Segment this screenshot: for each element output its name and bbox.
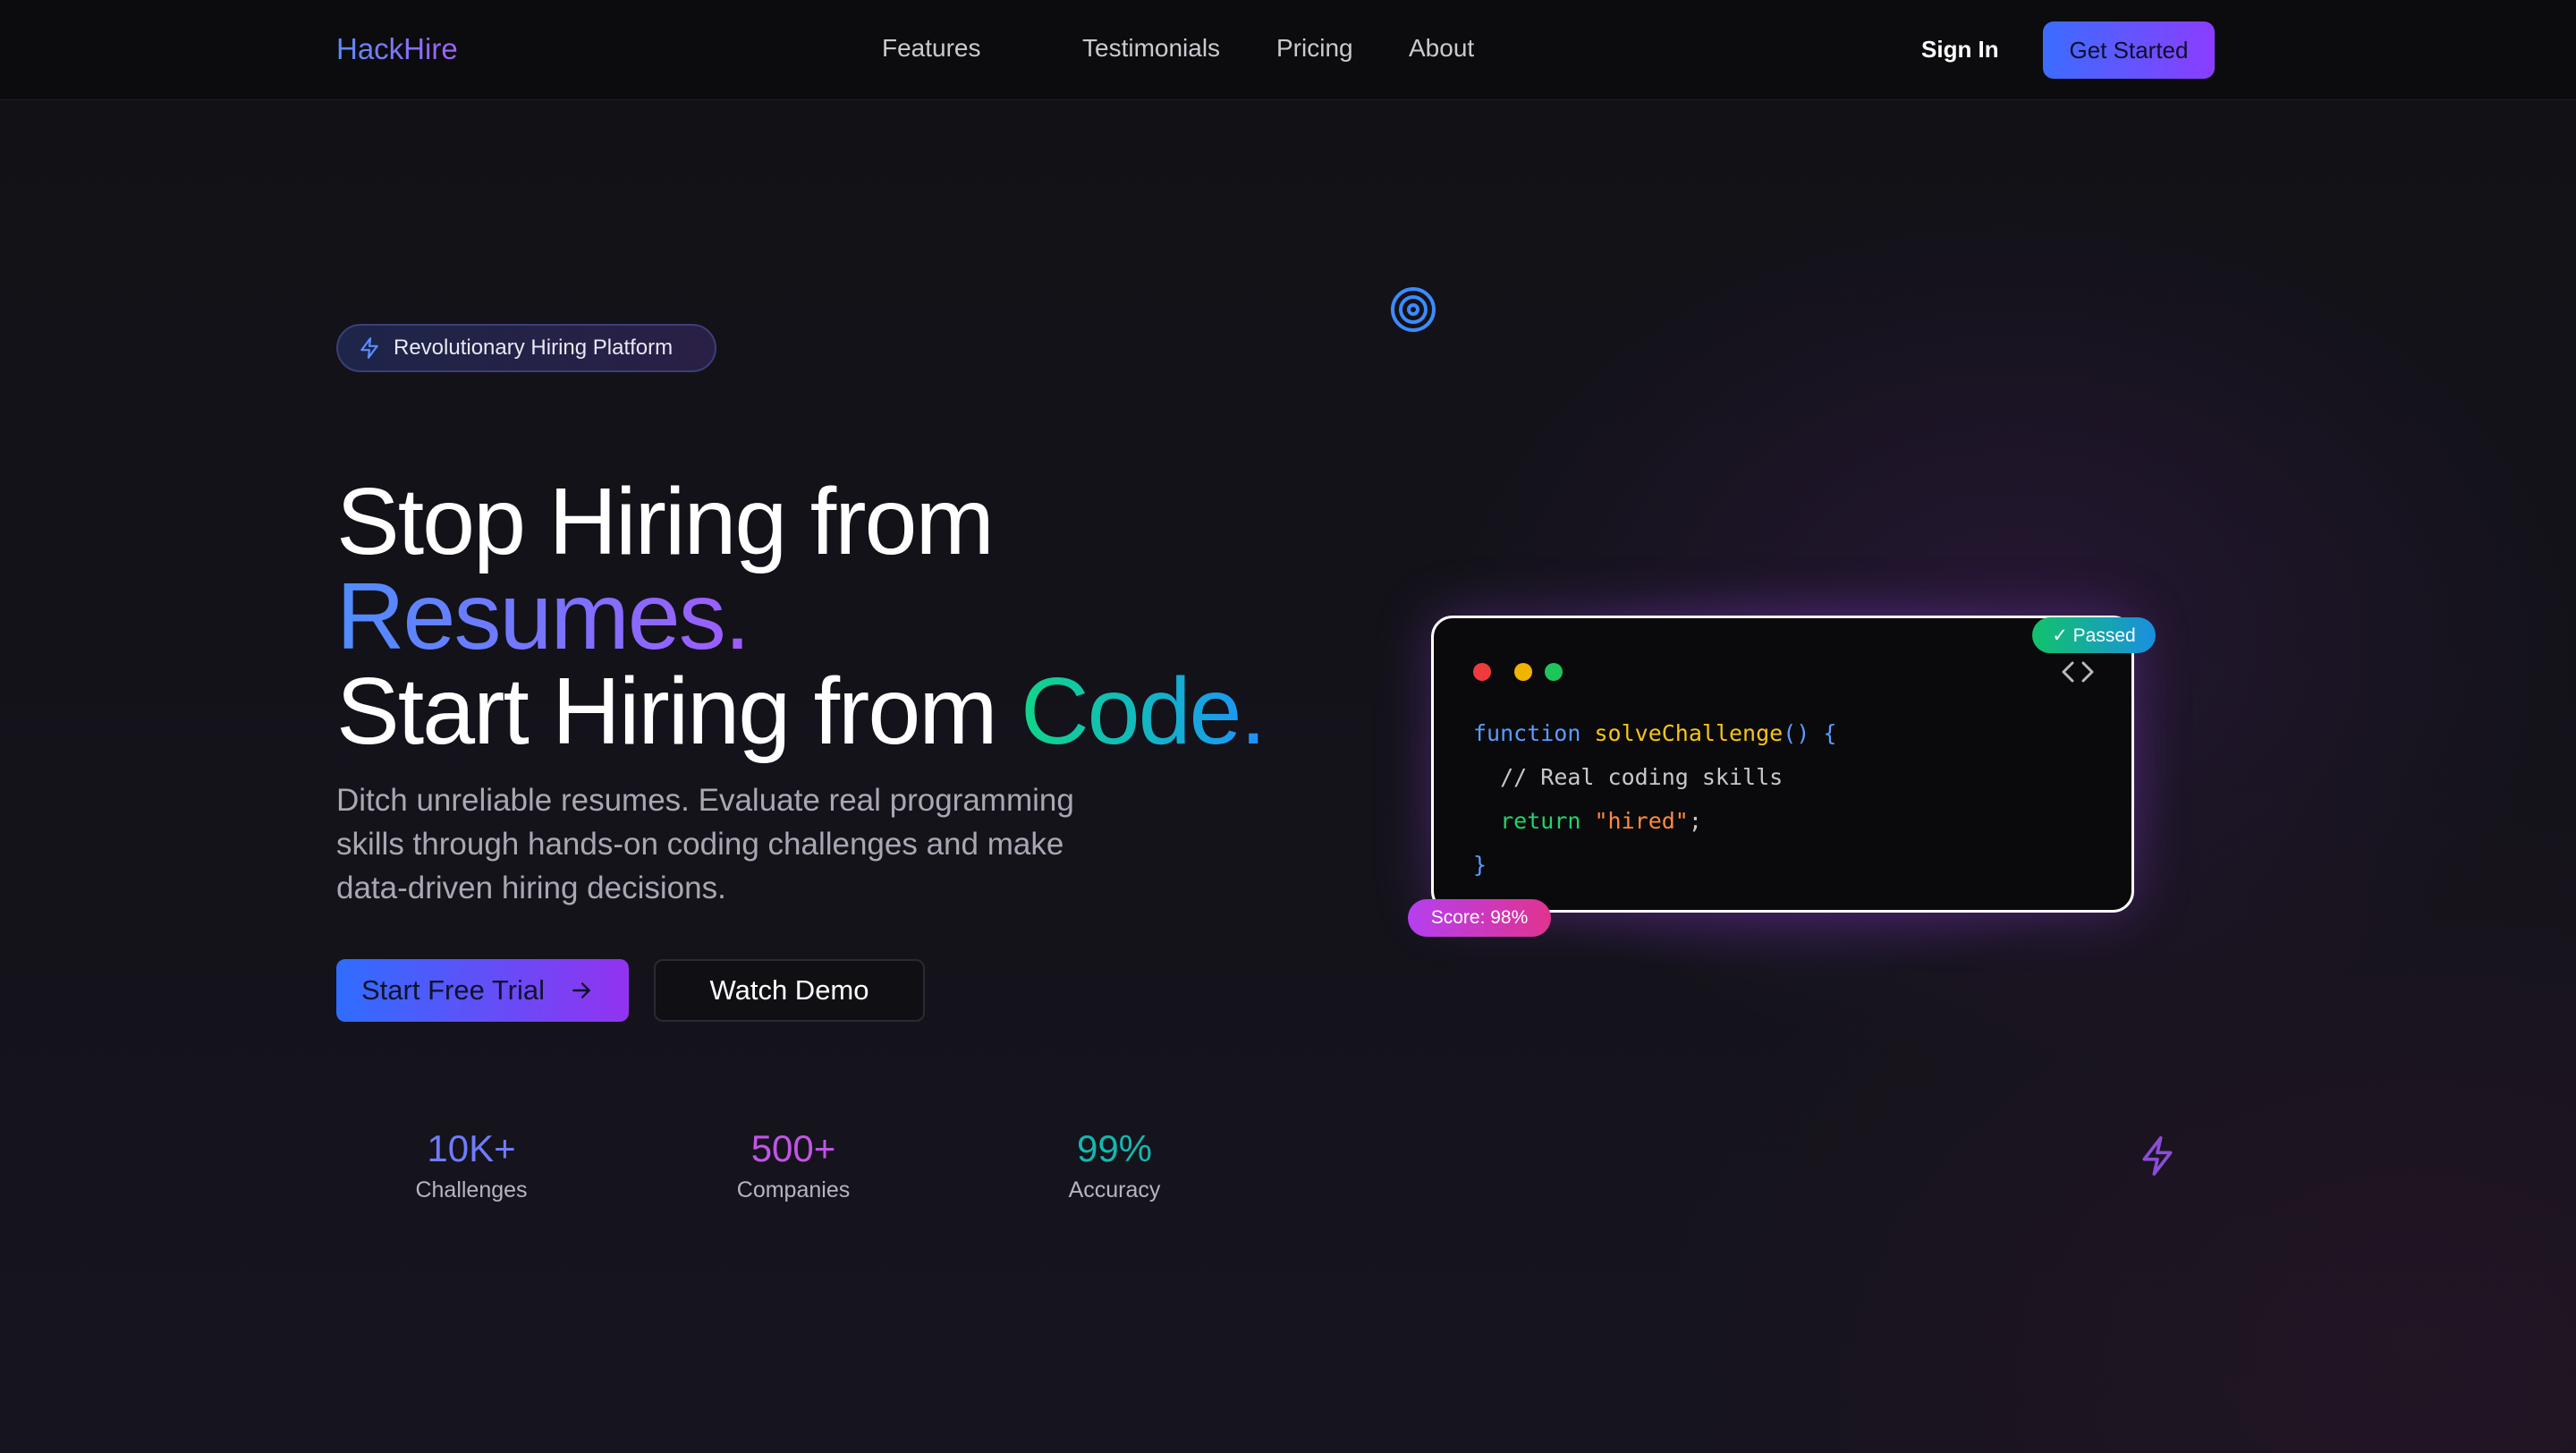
code-line-2: // Real coding skills xyxy=(1473,755,1836,799)
stat-value: 10K+ xyxy=(427,1127,516,1169)
hero-subtitle: Ditch unreliable resumes. Evaluate real … xyxy=(336,783,1074,905)
stat-challenges: 10K+ Challenges xyxy=(364,1124,579,1203)
code-close-brace: } xyxy=(1473,852,1487,878)
window-dot-red xyxy=(1473,663,1491,681)
nav-link-pricing[interactable]: Pricing xyxy=(1276,34,1353,63)
arrow-right-icon xyxy=(572,982,590,998)
sign-in-link[interactable]: Sign In xyxy=(1921,36,1999,64)
code-return: return xyxy=(1500,808,1581,834)
code-line-3: return "hired"; xyxy=(1473,799,1836,843)
headline-line-3: Start Hiring from Code. xyxy=(336,664,1267,759)
code-brackets-icon xyxy=(2062,661,2094,683)
code-snippet: function solveChallenge() { // Real codi… xyxy=(1473,711,1836,887)
stat-accuracy: 99% Accuracy xyxy=(1007,1124,1222,1203)
stat-label: Accuracy xyxy=(1068,1177,1161,1202)
code-punct: () { xyxy=(1783,720,1837,746)
window-dot-yellow xyxy=(1514,663,1532,681)
headline-line-3-highlight: Code. xyxy=(1021,659,1267,764)
lightning-icon xyxy=(360,337,378,359)
code-string: "hired" xyxy=(1594,808,1689,834)
nav-link-features[interactable]: Features xyxy=(882,34,981,63)
stat-label: Challenges xyxy=(415,1177,528,1202)
hero-badge: Revolutionary Hiring Platform xyxy=(336,324,716,372)
stat-label: Companies xyxy=(736,1177,851,1202)
headline-line-3-prefix: Start Hiring from xyxy=(336,659,1021,764)
bolt-icon xyxy=(2142,1136,2173,1176)
headline-line-2: Resumes. xyxy=(336,564,750,669)
get-started-button[interactable]: Get Started xyxy=(2043,21,2215,79)
window-dot-green xyxy=(1545,663,1563,681)
stat-value: 500+ xyxy=(750,1127,836,1169)
code-line-1: function solveChallenge() { xyxy=(1473,711,1836,755)
watch-demo-button[interactable]: Watch Demo xyxy=(654,959,925,1022)
start-free-trial-label: Start Free Trial xyxy=(361,974,545,1006)
nav-link-about[interactable]: About xyxy=(1409,34,1474,63)
code-semicolon: ; xyxy=(1688,808,1702,834)
stat-value: 99% xyxy=(1076,1127,1153,1169)
nav-link-testimonials[interactable]: Testimonials xyxy=(1082,34,1220,63)
target-icon xyxy=(1391,287,1436,332)
code-comment: // Real coding skills xyxy=(1500,764,1784,790)
passed-badge: ✓ Passed xyxy=(2032,617,2156,653)
headline-line-1: Stop Hiring from xyxy=(336,469,995,574)
score-badge: Score: 98% xyxy=(1408,899,1551,937)
code-card: function solveChallenge() { // Real codi… xyxy=(1431,616,2134,913)
code-function-name: solveChallenge xyxy=(1594,720,1784,746)
stat-companies: 500+ Companies xyxy=(686,1124,901,1203)
code-line-4: } xyxy=(1473,843,1836,887)
code-keyword: function xyxy=(1473,720,1581,746)
top-navbar: HackHire Features Testimonials Pricing A… xyxy=(0,0,2576,100)
start-free-trial-button[interactable]: Start Free Trial xyxy=(336,959,629,1022)
hero-badge-label: Revolutionary Hiring Platform xyxy=(394,336,674,360)
logo[interactable]: HackHire xyxy=(336,32,458,66)
